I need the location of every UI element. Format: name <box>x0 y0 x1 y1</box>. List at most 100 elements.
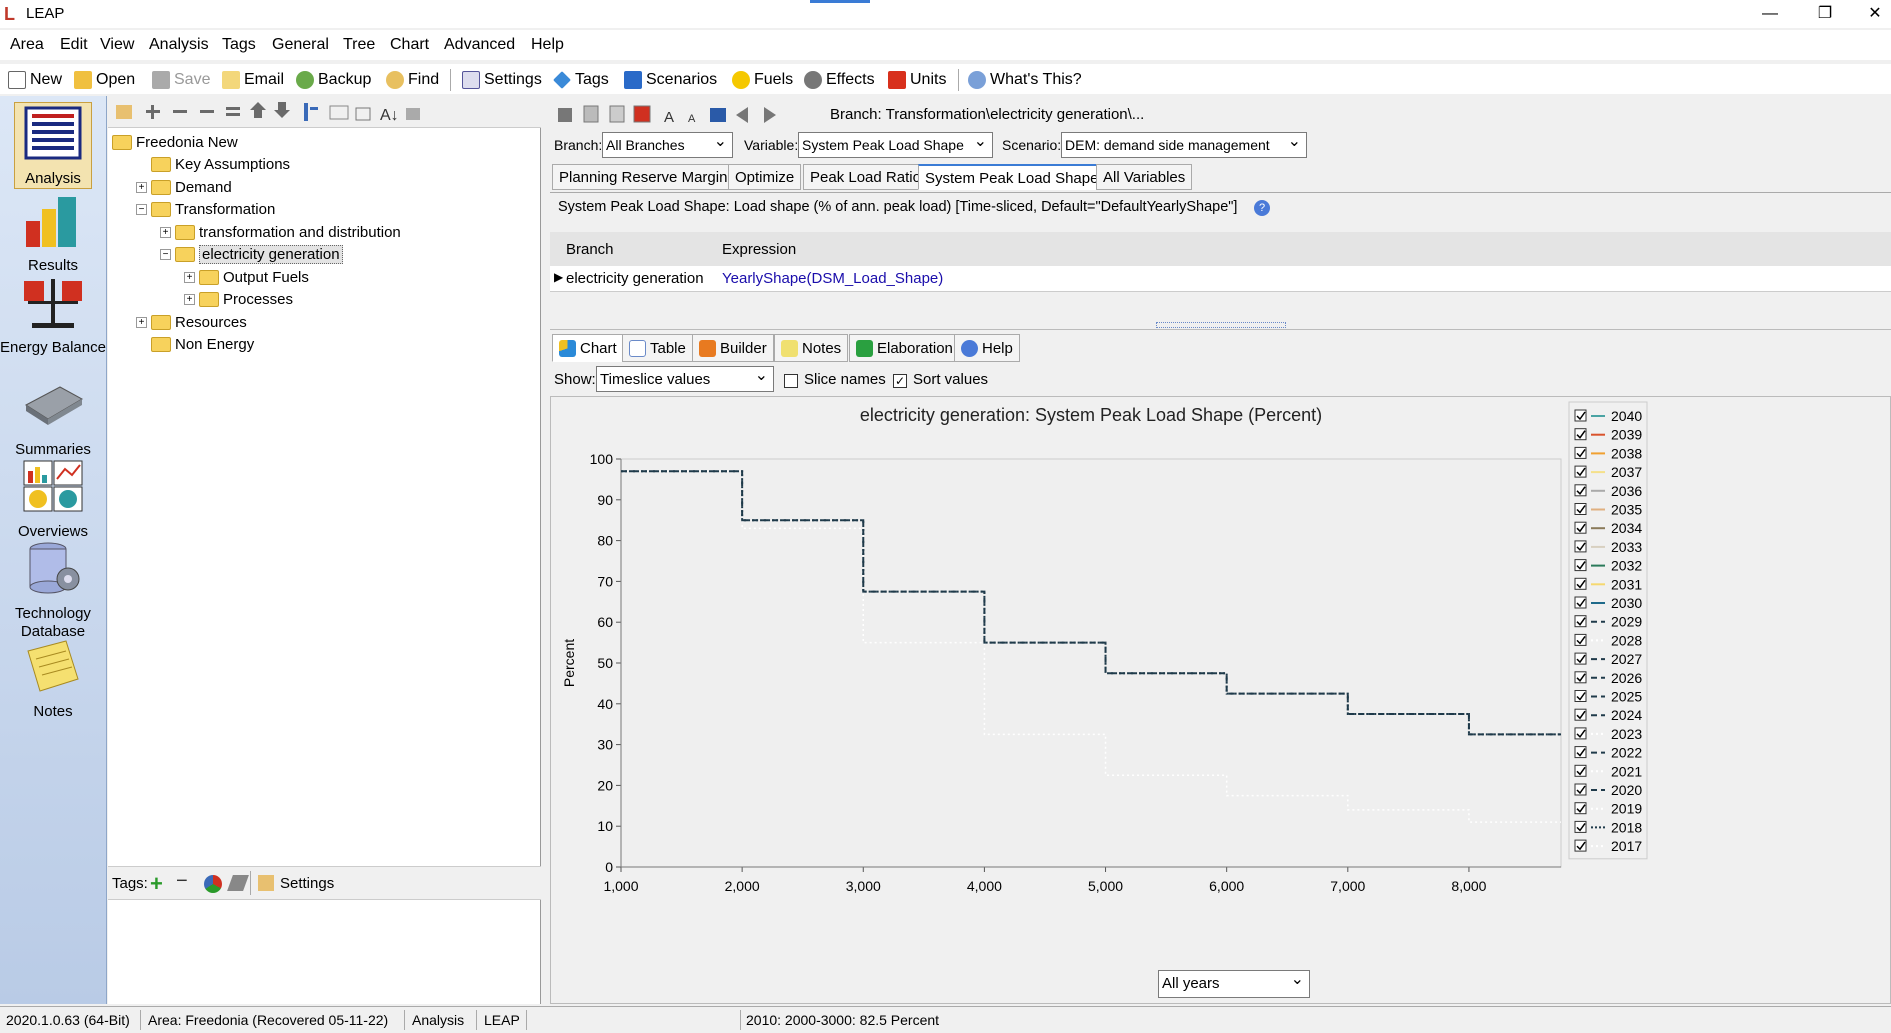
open-button[interactable]: Open <box>74 68 135 92</box>
expand-icon[interactable]: + <box>184 271 195 283</box>
add-branch-icon[interactable] <box>116 105 132 119</box>
splitter-grip[interactable] <box>1156 322 1286 328</box>
menu-general[interactable]: General <box>272 36 329 54</box>
minimize-icon[interactable]: — <box>1745 2 1795 26</box>
tree-outline-icon[interactable] <box>304 103 308 121</box>
font-larger-icon[interactable]: A <box>664 109 674 126</box>
find-button[interactable]: Find <box>386 68 439 92</box>
nav-notes[interactable]: Notes <box>0 636 106 721</box>
expand-icon[interactable]: + <box>136 181 147 193</box>
view-bar: Analysis Results Energy Balance Summarie… <box>0 96 107 1004</box>
new-button[interactable]: New <box>8 68 62 92</box>
tag-colors-icon[interactable] <box>204 875 222 893</box>
tags-settings-button[interactable]: Settings <box>280 875 334 892</box>
tree-node[interactable]: + Processes <box>184 290 293 310</box>
minus-icon[interactable] <box>200 110 214 113</box>
tab-peak-load-ratio[interactable]: Peak Load Ratio <box>803 164 928 190</box>
scenarios-button[interactable]: Scenarios <box>624 68 717 92</box>
tree-node[interactable]: + transformation and distribution <box>160 222 401 242</box>
add-tag-icon[interactable]: + <box>150 871 163 897</box>
tree-node[interactable]: + Resources <box>136 312 247 332</box>
tab-table[interactable]: Table <box>622 334 693 362</box>
nav-results[interactable]: Results <box>0 190 106 275</box>
table-row[interactable]: ▶ electricity generation YearlyShape(DSM… <box>550 266 1891 292</box>
fuels-button[interactable]: Fuels <box>732 68 793 92</box>
menu-edit[interactable]: Edit <box>60 36 88 54</box>
show-select[interactable]: Timeslice values <box>596 366 774 392</box>
sort-values-checkbox[interactable]: ✓ <box>893 372 907 389</box>
tree-node[interactable]: − Transformation <box>136 200 275 220</box>
years-select[interactable]: All years <box>1158 970 1310 998</box>
tree-node[interactable]: Non Energy <box>136 335 254 355</box>
menu-tree[interactable]: Tree <box>343 36 375 54</box>
variable-select[interactable]: System Peak Load Shape <box>798 132 993 158</box>
nav-technology-database[interactable]: Technology Database <box>0 538 106 641</box>
tab-system-peak-load-shape[interactable]: System Peak Load Shape <box>918 164 1106 190</box>
effects-button[interactable]: Effects <box>804 68 875 92</box>
collapse-icon[interactable] <box>226 107 240 110</box>
scenario-select[interactable]: DEM: demand side management <box>1061 132 1307 158</box>
lock-icon[interactable] <box>355 107 371 121</box>
tree-node[interactable]: + Output Fuels <box>184 267 309 287</box>
backup-button[interactable]: Backup <box>296 68 371 92</box>
tab-planning-reserve-margin[interactable]: Planning Reserve Margin <box>552 164 735 190</box>
tab-elaboration[interactable]: Elaboration <box>849 334 960 362</box>
sort-az-icon[interactable]: A↓ <box>380 107 399 124</box>
slice-names-checkbox[interactable] <box>784 372 798 389</box>
close-icon[interactable]: ✕ <box>1850 2 1891 26</box>
help-icon[interactable]: ? <box>1254 200 1270 216</box>
maximize-icon[interactable]: ❐ <box>1800 2 1850 26</box>
import-icon[interactable] <box>633 105 651 123</box>
tree-node[interactable]: Freedonia New <box>112 132 238 152</box>
move-icon[interactable] <box>558 108 572 122</box>
menu-area[interactable]: Area <box>10 36 44 54</box>
tree-node[interactable]: Key Assumptions <box>136 155 290 175</box>
expand-icon[interactable]: + <box>160 226 171 238</box>
back-arrow-icon[interactable] <box>736 107 748 123</box>
branch-select[interactable]: All Branches <box>602 132 733 158</box>
folder-outline-icon[interactable] <box>329 105 349 120</box>
tab-optimize[interactable]: Optimize <box>728 164 802 190</box>
print-icon[interactable] <box>406 108 420 120</box>
tags-settings-icon[interactable] <box>258 875 274 891</box>
menu-analysis[interactable]: Analysis <box>149 36 209 54</box>
tree-node[interactable]: + Demand <box>136 177 232 197</box>
tags-button[interactable]: Tags <box>553 68 609 92</box>
copy-icon[interactable] <box>583 105 599 123</box>
save-button[interactable]: Save <box>152 68 210 92</box>
expand-icon[interactable]: + <box>136 316 147 328</box>
menu-help[interactable]: Help <box>531 36 564 54</box>
collapse-icon[interactable]: − <box>136 204 147 215</box>
tab-builder[interactable]: Builder <box>692 334 774 362</box>
tab-all-variables[interactable]: All Variables <box>1096 164 1193 190</box>
paste-icon[interactable] <box>609 105 625 123</box>
collapse-icon[interactable]: − <box>160 249 171 260</box>
plus-all-icon[interactable] <box>173 110 187 113</box>
forward-arrow-icon[interactable] <box>764 107 776 123</box>
row-expression[interactable]: YearlyShape(DSM_Load_Shape) <box>722 270 943 287</box>
menu-advanced[interactable]: Advanced <box>444 36 515 54</box>
expand-icon[interactable]: + <box>184 294 195 305</box>
tab-chart[interactable]: Chart <box>552 334 624 362</box>
sort-icon[interactable] <box>710 108 726 122</box>
tab-help[interactable]: Help <box>954 334 1020 362</box>
menu-chart[interactable]: Chart <box>390 36 429 54</box>
remove-tag-icon[interactable]: − <box>176 870 188 893</box>
nav-analysis[interactable]: Analysis <box>14 102 92 189</box>
font-smaller-icon[interactable]: A <box>688 113 696 125</box>
panel-splitter[interactable] <box>550 320 1891 330</box>
nav-energy-balance[interactable]: Energy Balance <box>0 272 106 357</box>
whats-this-button[interactable]: What's This? <box>968 68 1082 92</box>
brush-icon[interactable] <box>227 875 249 891</box>
settings-button[interactable]: Settings <box>462 68 542 92</box>
nav-summaries[interactable]: Summaries <box>0 374 106 459</box>
tree-node[interactable]: − electricity generation <box>160 245 343 265</box>
menu-view[interactable]: View <box>100 36 134 54</box>
nav-overviews[interactable]: Overviews <box>0 456 106 541</box>
up-arrow-icon[interactable] <box>250 102 266 118</box>
menu-tags[interactable]: Tags <box>222 36 256 54</box>
down-arrow-icon[interactable] <box>274 102 290 118</box>
units-button[interactable]: Units <box>888 68 946 92</box>
email-button[interactable]: Email <box>222 68 284 92</box>
tab-notes[interactable]: Notes <box>774 334 849 362</box>
